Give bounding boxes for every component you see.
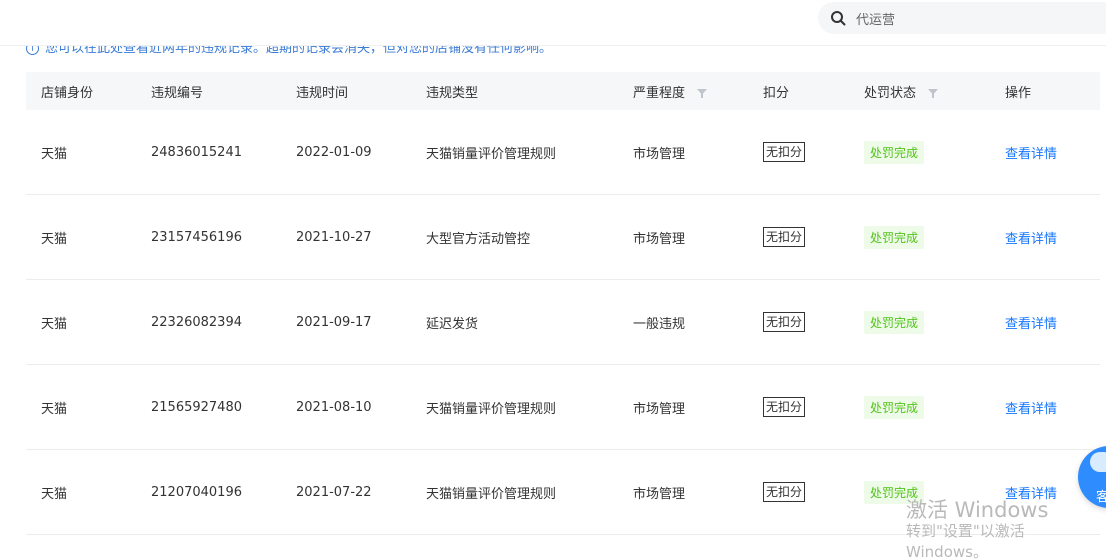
cell-type: 天猫销量评价管理规则 (426, 146, 557, 162)
header-type: 违规类型 (426, 85, 479, 101)
table-row: 天猫 21565927480 2021-08-10 天猫销量评价管理规则 市场管… (26, 365, 1100, 450)
header-action: 操作 (1005, 85, 1032, 101)
cell-id: 21207040196 (151, 484, 242, 500)
view-details-link[interactable]: 查看详情 (1005, 398, 1057, 417)
cell-shop: 天猫 (41, 231, 68, 247)
cell-shop: 天猫 (41, 316, 68, 332)
cell-time: 2021-10-27 (296, 229, 372, 245)
header-severity-label: 严重程度 (633, 85, 686, 101)
cell-time: 2022-01-09 (296, 144, 372, 160)
cell-type: 大型官方活动管控 (426, 231, 531, 247)
view-details-link[interactable]: 查看详情 (1005, 143, 1057, 162)
cell-id: 21565927480 (151, 399, 242, 415)
header-score: 扣分 (763, 85, 790, 101)
score-badge: 无扣分 (763, 312, 806, 332)
filter-icon[interactable] (928, 88, 939, 98)
cell-time: 2021-07-22 (296, 484, 372, 500)
cell-id: 22326082394 (151, 314, 242, 330)
cell-severity: 市场管理 (633, 146, 686, 162)
table-row: 天猫 23157456196 2021-10-27 大型官方活动管控 市场管理 … (26, 195, 1100, 280)
cell-time: 2021-08-10 (296, 399, 372, 415)
cell-type: 天猫销量评价管理规则 (426, 401, 557, 417)
header-status[interactable]: 处罚状态 (864, 82, 939, 101)
cell-severity: 市场管理 (633, 401, 686, 417)
violation-table: 店铺身份 违规编号 违规时间 违规类型 严重程度 扣分 处罚状态 操作 天猫 2… (26, 72, 1100, 535)
header-id: 违规编号 (151, 85, 204, 101)
cell-shop: 天猫 (41, 146, 68, 162)
cell-severity: 一般违规 (633, 316, 686, 332)
cell-shop: 天猫 (41, 401, 68, 417)
page: 代运营 i 您可以在此处查看近两年的违规记录。超期的记录会消失，但对您的店铺没有… (0, 0, 1106, 560)
cell-id: 23157456196 (151, 229, 242, 245)
filter-icon[interactable] (697, 88, 708, 98)
cell-time: 2021-09-17 (296, 314, 372, 330)
cell-severity: 市场管理 (633, 486, 686, 502)
cell-severity: 市场管理 (633, 231, 686, 247)
header-severity[interactable]: 严重程度 (633, 82, 708, 101)
robot-icon (1090, 452, 1106, 472)
score-badge: 无扣分 (763, 227, 806, 247)
status-badge: 处罚完成 (864, 395, 925, 419)
score-badge: 无扣分 (763, 397, 806, 417)
search-bar[interactable]: 代运营 (818, 2, 1106, 34)
table-header: 店铺身份 违规编号 违规时间 违规类型 严重程度 扣分 处罚状态 操作 (26, 72, 1100, 110)
cell-type: 天猫销量评价管理规则 (426, 486, 557, 502)
top-bar: 代运营 (0, 0, 1106, 46)
cell-shop: 天猫 (41, 486, 68, 502)
header-time: 违规时间 (296, 85, 349, 101)
header-status-label: 处罚状态 (864, 85, 917, 101)
table-row: 天猫 22326082394 2021-09-17 延迟发货 一般违规 无扣分 … (26, 280, 1100, 365)
view-details-link[interactable]: 查看详情 (1005, 313, 1057, 332)
score-badge: 无扣分 (763, 142, 806, 162)
search-input[interactable]: 代运营 (856, 9, 895, 28)
table-row: 天猫 24836015241 2022-01-09 天猫销量评价管理规则 市场管… (26, 110, 1100, 195)
header-shop: 店铺身份 (41, 85, 94, 101)
view-details-link[interactable]: 查看详情 (1005, 228, 1057, 247)
status-badge: 处罚完成 (864, 140, 925, 164)
status-badge: 处罚完成 (864, 310, 925, 334)
cell-id: 24836015241 (151, 144, 242, 160)
assistant-label: 客 (1096, 490, 1106, 505)
activation-watermark-subtitle: 转到"设置"以激活 Windows。 (906, 522, 1025, 560)
score-badge: 无扣分 (763, 482, 806, 502)
search-icon (831, 11, 846, 26)
status-badge: 处罚完成 (864, 225, 925, 249)
cell-type: 延迟发货 (426, 316, 479, 332)
